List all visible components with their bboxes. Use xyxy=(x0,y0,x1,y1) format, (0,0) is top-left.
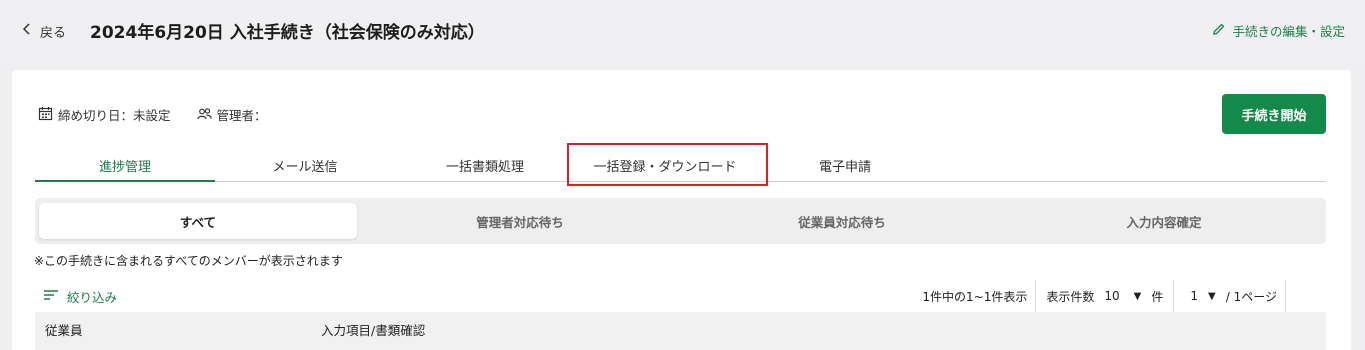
tab-e-application[interactable]: 電子申請 xyxy=(755,150,935,181)
column-header-employee: 従業員 xyxy=(45,323,83,338)
deadline-label: 締め切り日：未設定 xyxy=(58,108,171,123)
tab-bulk-register-download[interactable]: 一括登録・ダウンロード xyxy=(575,150,755,181)
subtab-employee-pending[interactable]: 従業員対応待ち xyxy=(683,203,1001,239)
tab-mail[interactable]: メール送信 xyxy=(215,150,395,181)
per-page-value: 10 xyxy=(1104,289,1120,303)
status-subtabs: すべて 管理者対応待ち 従業員対応待ち 入力内容確定 xyxy=(35,198,1326,244)
edit-settings-label: 手続きの編集・設定 xyxy=(1232,24,1345,39)
page-suffix: / 1ページ xyxy=(1225,289,1277,304)
caret-down-icon: ▼ xyxy=(1133,290,1142,302)
divider xyxy=(1285,280,1286,312)
deadline-info: 締め切り日：未設定 xyxy=(38,105,171,124)
page-select[interactable]: 1 ▼ / 1ページ xyxy=(1174,288,1285,305)
per-page-select[interactable]: 10 ▼ xyxy=(1104,289,1147,303)
top-bar: 戻る 2024年6月20日 入社手続き（社会保険のみ対応） 手続きの編集・設定 xyxy=(0,0,1365,64)
caret-down-icon: ▼ xyxy=(1208,290,1216,302)
subtab-all[interactable]: すべて xyxy=(39,203,357,239)
page-title: 2024年6月20日 入社手続き（社会保険のみ対応） xyxy=(90,23,485,43)
filter-label: 絞り込み xyxy=(67,290,118,305)
back-label: 戻る xyxy=(40,25,67,41)
tab-bulk-documents[interactable]: 一括書類処理 xyxy=(395,150,575,181)
subtab-input-confirmed[interactable]: 入力内容確定 xyxy=(1005,203,1323,239)
procedure-meta: 締め切り日：未設定 管理者： xyxy=(38,105,267,124)
pencil-icon xyxy=(1212,22,1226,39)
start-procedure-button[interactable]: 手続き開始 xyxy=(1222,94,1326,134)
calendar-icon xyxy=(38,106,53,124)
manager-label: 管理者： xyxy=(216,108,267,123)
pagination: 1件中の1~1件表示 表示件数 10 ▼ 件 1 ▼ / 1ページ xyxy=(922,280,1286,312)
manager-info: 管理者： xyxy=(196,105,267,124)
result-count: 1件中の1~1件表示 xyxy=(922,289,1028,304)
filter-button[interactable]: 絞り込み xyxy=(43,287,117,306)
users-icon xyxy=(196,106,212,124)
procedure-card: 締め切り日：未設定 管理者： 手続き開始 進捗管理 メール送信 一括書類処理 一… xyxy=(12,70,1351,350)
chevron-left-icon xyxy=(20,22,34,40)
filter-row: 絞り込み 1件中の1~1件表示 表示件数 10 ▼ 件 1 ▼ / 1ページ xyxy=(35,280,1326,312)
column-header-items: 入力項目/書類確認 xyxy=(321,323,426,338)
back-link[interactable]: 戻る xyxy=(20,20,66,42)
table-header: 従業員 入力項目/書類確認 xyxy=(35,312,1326,350)
filter-icon xyxy=(43,287,59,306)
subtab-manager-pending[interactable]: 管理者対応待ち xyxy=(361,203,679,239)
members-note: ※この手続きに含まれるすべてのメンバーが表示されます xyxy=(34,254,343,268)
edit-settings-link[interactable]: 手続きの編集・設定 xyxy=(1212,21,1345,40)
per-page-unit: 件 xyxy=(1151,289,1164,304)
main-tabs: 進捗管理 メール送信 一括書類処理 一括登録・ダウンロード 電子申請 xyxy=(35,150,1326,182)
per-page-label: 表示件数 xyxy=(1046,289,1095,304)
tab-progress[interactable]: 進捗管理 xyxy=(35,150,215,182)
page-value: 1 xyxy=(1190,289,1199,303)
